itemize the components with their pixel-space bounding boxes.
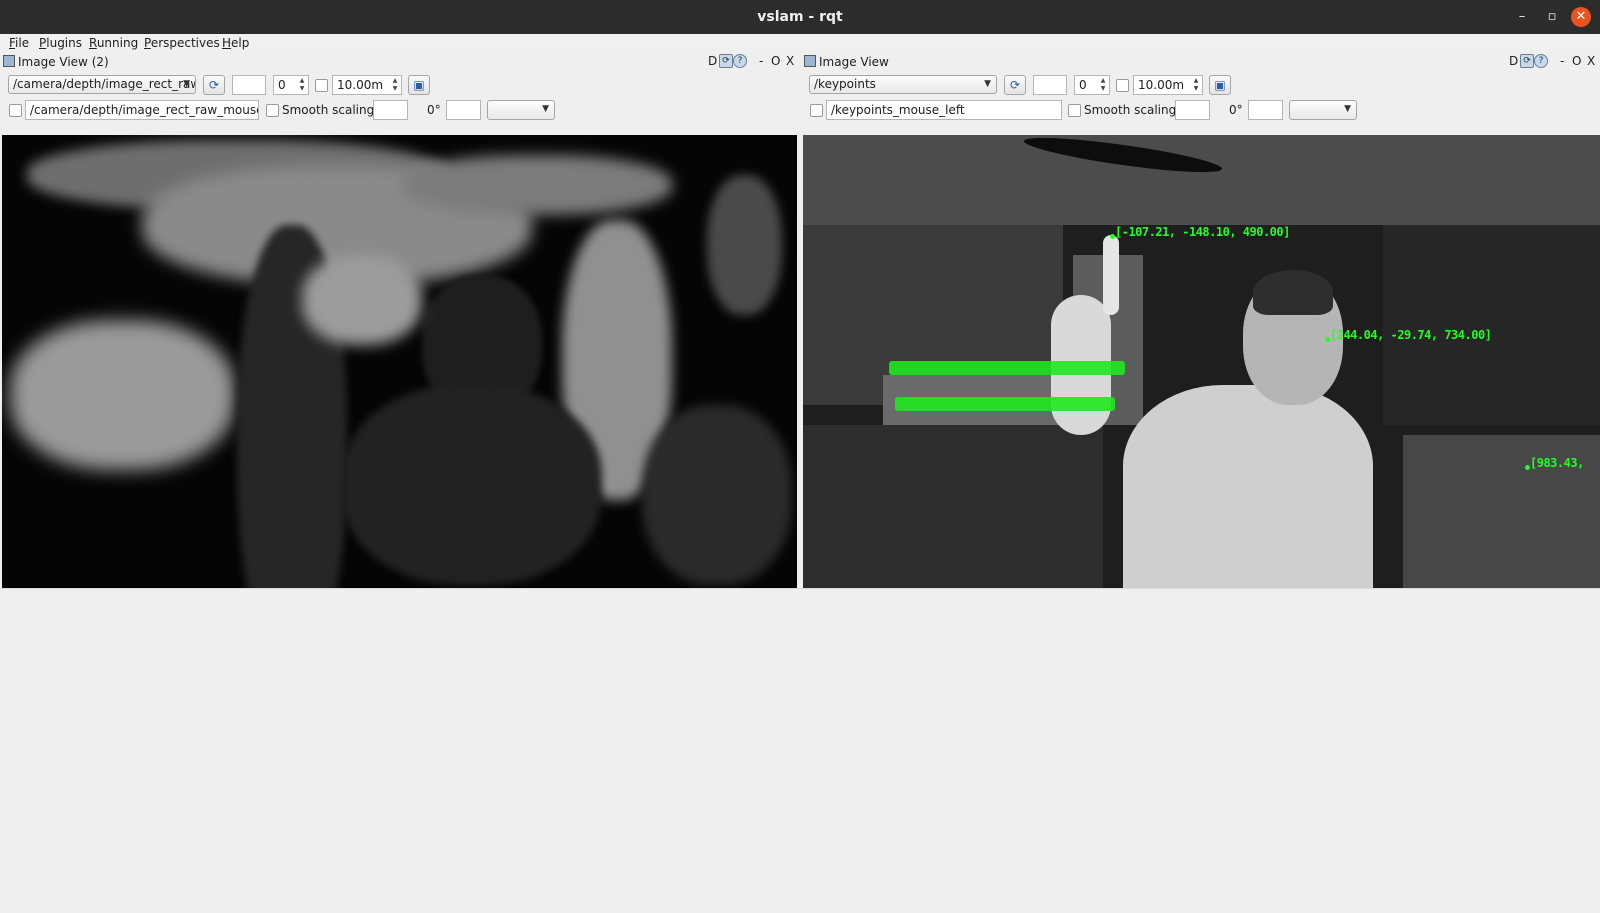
reload-plugin-icon[interactable]: ⟳ — [1520, 54, 1534, 68]
chevron-down-icon: ▼ — [542, 104, 549, 114]
spin-arrows-icon[interactable]: ▲ ▼ — [1191, 77, 1201, 93]
color-scheme-select[interactable]: ▼ — [1289, 100, 1357, 120]
close-window-button[interactable]: ✕ — [1571, 7, 1591, 27]
topic-select-value: /camera/depth/image_rect_raw — [13, 77, 196, 91]
panel-title-left: Image View (2) — [3, 52, 109, 72]
menu-file[interactable]: File — [9, 34, 29, 52]
keypoint-label: [983.43, — [1530, 456, 1584, 470]
maximize-window-button[interactable]: ▫ — [1542, 7, 1562, 27]
topic-select[interactable]: /camera/depth/image_rect_raw ▼ — [8, 75, 196, 94]
chevron-down-icon: ▼ — [984, 79, 991, 89]
image-view-panel-right: Image View D ⟳ ? - O X /keypoints ▼ ⟳ 0 … — [802, 52, 1600, 588]
color-scheme-select[interactable]: ▼ — [487, 100, 555, 120]
panel-title-text: Image View (2) — [18, 55, 109, 69]
refresh-topics-button[interactable]: ⟳ — [203, 75, 225, 95]
save-image-button[interactable]: ▣ — [1209, 75, 1231, 95]
keypoint-label: [-107.21, -148.10, 490.00] — [1115, 225, 1290, 239]
save-image-icon: ▣ — [413, 78, 425, 92]
rotation-label: 0° — [1229, 103, 1243, 117]
smooth-scaling-label: Smooth scaling — [282, 103, 375, 117]
max-depth-spinbox[interactable]: 10.00m ▲ ▼ — [1133, 75, 1203, 95]
ceiling — [803, 135, 1600, 225]
max-depth-spinbox[interactable]: 10.00m ▲ ▼ — [332, 75, 402, 95]
panel-minimize-button[interactable]: - — [759, 54, 763, 68]
panel-float-button[interactable]: O — [1572, 54, 1581, 68]
panel-help-button[interactable]: D — [708, 54, 717, 68]
rotate-left-button[interactable] — [373, 100, 408, 120]
panel-minimize-button[interactable]: - — [1560, 54, 1564, 68]
chevron-down-icon: ▼ — [183, 79, 190, 89]
refresh-icon: ⟳ — [208, 78, 220, 92]
person-shirt — [1123, 385, 1373, 588]
overlapping-keypoint-labels — [895, 397, 1115, 411]
window-titlebar: vslam - rqt – ▫ ✕ — [0, 0, 1600, 34]
panel-window-icon — [3, 55, 15, 67]
dynamic-range-checkbox[interactable] — [1116, 79, 1129, 92]
mouse-topic-field[interactable]: /camera/depth/image_rect_raw_mouse_left — [25, 100, 259, 120]
depth-region — [402, 155, 672, 215]
dynamic-range-checkbox[interactable] — [315, 79, 328, 92]
wall-right — [1383, 225, 1600, 425]
depth-region — [707, 175, 782, 315]
spin-arrows-icon[interactable]: ▲ ▼ — [390, 77, 400, 93]
refresh-topics-button[interactable]: ⟳ — [1004, 75, 1026, 95]
spin-box-value: 0 — [1079, 78, 1087, 92]
minimize-window-button[interactable]: – — [1512, 7, 1532, 27]
menu-help[interactable]: Help — [222, 34, 249, 52]
person-hair — [1253, 270, 1333, 315]
save-image-icon: ▣ — [1214, 78, 1226, 92]
keypoint-label: [244.04, -29.74, 734.00] — [1330, 328, 1492, 342]
menu-bar: File Plugins Running Perspectives Help — [0, 34, 1600, 52]
spin-arrows-icon[interactable]: ▲ ▼ — [1098, 77, 1108, 93]
spin-box[interactable]: 0 ▲ ▼ — [1074, 75, 1110, 95]
panel-close-button[interactable]: X — [1587, 54, 1595, 68]
bed — [803, 425, 1103, 588]
panel-close-button[interactable]: X — [786, 54, 794, 68]
max-depth-value: 10.00m — [337, 78, 384, 92]
refresh-icon: ⟳ — [1009, 78, 1021, 92]
spin-box-value: 0 — [278, 78, 286, 92]
menu-perspectives[interactable]: Perspectives — [144, 34, 220, 52]
publish-click-checkbox[interactable] — [810, 104, 823, 117]
depth-region — [10, 320, 235, 470]
rotate-left-button[interactable] — [1175, 100, 1210, 120]
panel-title-text: Image View — [819, 55, 889, 69]
rotate-right-button[interactable] — [1248, 100, 1283, 120]
menu-plugins[interactable]: Plugins — [39, 34, 82, 52]
panel-float-button[interactable]: O — [771, 54, 780, 68]
help-circle-icon[interactable]: ? — [733, 54, 747, 68]
smooth-scaling-checkbox[interactable] — [266, 104, 279, 117]
spin-arrows-icon[interactable]: ▲ ▼ — [297, 77, 307, 93]
topic-select[interactable]: /keypoints ▼ — [809, 75, 997, 94]
depth-region — [342, 385, 602, 585]
window-title: vslam - rqt — [757, 9, 843, 25]
smooth-scaling-label: Smooth scaling — [1084, 103, 1177, 117]
depth-image[interactable] — [2, 135, 797, 588]
save-image-button[interactable]: ▣ — [408, 75, 430, 95]
menu-running[interactable]: Running — [89, 34, 138, 52]
person-finger — [1103, 235, 1119, 315]
rotate-right-button[interactable] — [446, 100, 481, 120]
depth-region — [642, 405, 792, 585]
panel-help-button[interactable]: D — [1509, 54, 1518, 68]
topic-select-value: /keypoints — [814, 77, 876, 91]
smooth-scaling-checkbox[interactable] — [1068, 104, 1081, 117]
panel-title-right: Image View — [804, 52, 889, 72]
depth-region — [302, 255, 422, 345]
publish-click-checkbox[interactable] — [9, 104, 22, 117]
chevron-down-icon: ▼ — [1344, 104, 1351, 114]
keypoints-image[interactable]: [-107.21, -148.10, 490.00] [244.04, -29.… — [803, 135, 1600, 588]
value-field[interactable] — [1033, 75, 1067, 95]
rotation-label: 0° — [427, 103, 441, 117]
value-field[interactable] — [232, 75, 266, 95]
help-circle-icon[interactable]: ? — [1534, 54, 1548, 68]
empty-workspace — [0, 588, 1600, 913]
panel-window-icon — [804, 55, 816, 67]
mouse-topic-field[interactable]: /keypoints_mouse_left — [826, 100, 1062, 120]
reload-plugin-icon[interactable]: ⟳ — [719, 54, 733, 68]
overlapping-keypoint-labels — [889, 361, 1125, 375]
spin-box[interactable]: 0 ▲ ▼ — [273, 75, 309, 95]
max-depth-value: 10.00m — [1138, 78, 1185, 92]
image-view-panel-left: Image View (2) D ⟳ ? - O X /camera/depth… — [0, 52, 798, 588]
